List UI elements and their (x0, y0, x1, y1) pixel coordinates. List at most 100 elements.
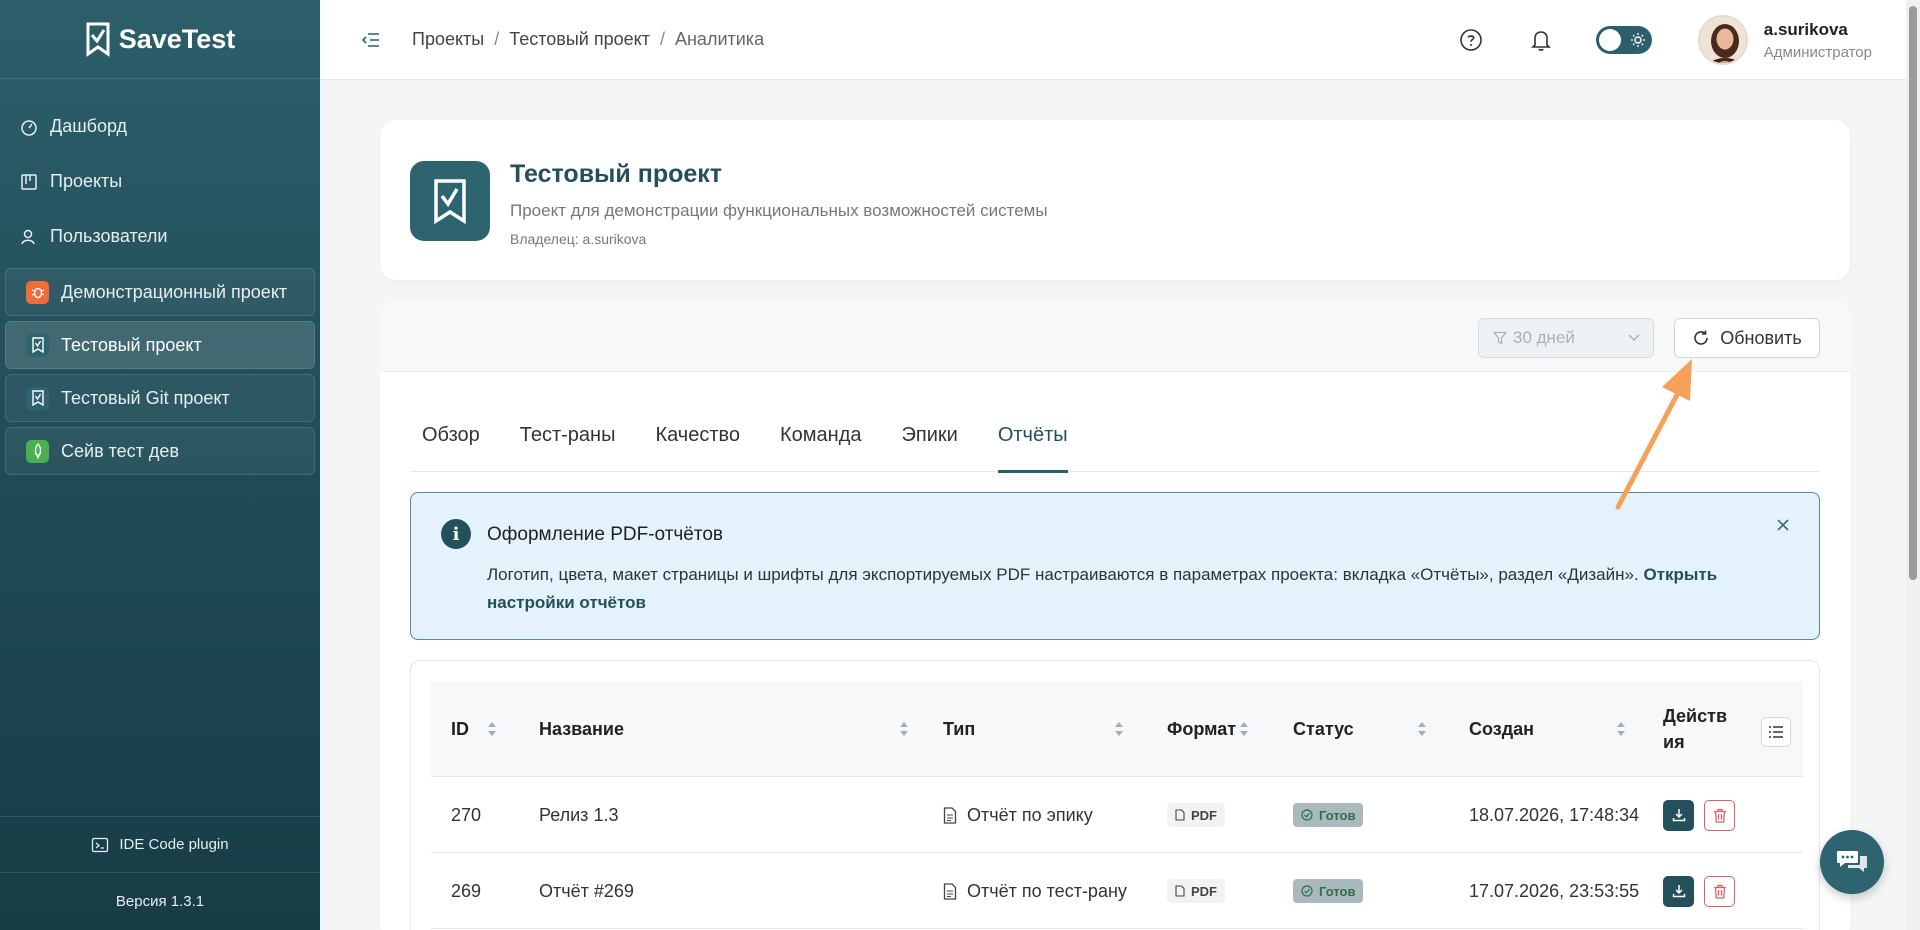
col-format[interactable]: Формат (1167, 681, 1248, 777)
breadcrumb-current: Аналитика (674, 29, 765, 49)
sort-icon[interactable] (487, 719, 497, 739)
cell-id: 270 (451, 804, 482, 825)
check-circle-icon (1301, 809, 1313, 821)
tab-reports[interactable]: Отчёты (997, 408, 1068, 473)
status-label: Готов (1319, 807, 1356, 823)
tab-overview[interactable]: Обзор (422, 408, 480, 472)
rocket-icon (26, 439, 49, 463)
cell-name: Релиз 1.3 (539, 804, 619, 825)
format-label: PDF (1191, 807, 1217, 823)
topbar: Проекты / Тестовый проект / Аналитика a.… (320, 0, 1920, 80)
savetest-icon (26, 386, 49, 410)
status-label: Готов (1319, 883, 1356, 899)
column-settings-button[interactable] (1761, 717, 1791, 747)
breadcrumb-separator: / (659, 29, 665, 49)
col-status[interactable]: Статус (1293, 681, 1426, 777)
cell-name: Отчёт #269 (539, 880, 634, 901)
col-id[interactable]: ID (451, 681, 496, 777)
toggle-knob (1598, 29, 1621, 51)
document-icon (943, 882, 957, 900)
sidebar-project-dev[interactable]: Сейв тест дев (5, 427, 315, 475)
sort-icon[interactable] (1114, 719, 1124, 739)
cell-actions (1663, 853, 1735, 929)
sort-icon[interactable] (1239, 719, 1249, 739)
avatar[interactable] (1697, 15, 1748, 65)
sidebar-item-projects[interactable]: Проекты (0, 154, 320, 209)
users-icon (21, 229, 35, 244)
status-badge: Готов (1293, 803, 1364, 827)
cell-type: Отчёт по тест-рану (943, 853, 1127, 929)
terminal-icon (92, 837, 109, 852)
download-icon (1672, 885, 1685, 898)
document-icon (943, 806, 957, 824)
table-row[interactable]: 269 Отчёт #269 Отчёт по тест-рану PDF Го… (431, 853, 1803, 929)
tab-team[interactable]: Команда (780, 408, 861, 472)
download-button[interactable] (1663, 875, 1694, 907)
ide-plugin-label: IDE Code plugin (119, 836, 229, 853)
alert-body: Логотип, цвета, макет страницы и шрифты … (487, 565, 1639, 584)
tab-epics[interactable]: Эпики (902, 408, 958, 472)
sidebar-item-label: Проекты (50, 171, 123, 191)
app-version: Версия 1.3.1 (0, 872, 320, 930)
type-label: Отчёт по тест-рану (967, 880, 1127, 901)
sidebar-project-label: Тестовый проект (61, 334, 202, 355)
sidebar-project-demo[interactable]: Демонстрационный проект (5, 268, 315, 316)
cell-actions (1663, 777, 1735, 853)
theme-toggle[interactable] (1595, 26, 1652, 54)
period-value: 30 дней (1513, 328, 1575, 347)
sort-icon[interactable] (1417, 719, 1427, 739)
breadcrumb: Проекты / Тестовый проект / Аналитика (412, 29, 764, 50)
cell-created: 17.07.2026, 23:53:55 (1469, 880, 1640, 901)
sidebar-item-users[interactable]: Пользователи (0, 209, 320, 264)
project-logo-icon (410, 161, 490, 241)
sort-icon[interactable] (1616, 719, 1626, 739)
project-title: Тестовый проект (510, 160, 723, 188)
cell-created: 18.07.2026, 17:48:34 (1469, 804, 1640, 825)
chevron-down-icon (1628, 334, 1640, 342)
bug-icon (26, 280, 49, 304)
breadcrumb-project[interactable]: Тестовый проект (509, 29, 650, 50)
sidebar: SaveTest Дашборд Проекты Пользователи Де… (0, 0, 320, 930)
sidebar-project-label: Демонстрационный проект (61, 281, 288, 302)
format-badge: PDF (1167, 879, 1225, 903)
user-role: Администратор (1763, 43, 1872, 61)
col-label: Действия (1663, 706, 1728, 752)
savetest-icon (26, 333, 49, 357)
sidebar-project-test[interactable]: Тестовый проект (5, 321, 315, 369)
app-logo[interactable]: SaveTest (0, 0, 320, 79)
user-info[interactable]: a.surikova Администратор (1764, 20, 1872, 61)
trash-icon (1713, 884, 1726, 899)
chat-button[interactable] (1820, 830, 1884, 894)
ide-plugin-link[interactable]: IDE Code plugin (0, 816, 320, 872)
file-icon (1175, 809, 1185, 821)
help-icon[interactable] (1458, 27, 1484, 53)
page-scrollbar[interactable] (1906, 0, 1920, 930)
download-button[interactable] (1663, 799, 1694, 831)
project-header-card: Тестовый проект Проект для демонстрации … (380, 120, 1850, 280)
tab-quality[interactable]: Качество (655, 408, 740, 472)
breadcrumb-projects[interactable]: Проекты (412, 29, 484, 50)
scrollbar-thumb[interactable] (1909, 6, 1917, 580)
notifications-bell-icon[interactable] (1528, 27, 1554, 53)
type-label: Отчёт по эпику (967, 804, 1093, 825)
col-name[interactable]: Название (539, 681, 908, 777)
tab-test-runs[interactable]: Тест-раны (520, 408, 616, 472)
project-owner: Владелец: a.surikova (510, 231, 647, 247)
sidebar-project-git[interactable]: Тестовый Git проект (5, 374, 315, 422)
delete-button[interactable] (1704, 799, 1735, 831)
download-icon (1672, 809, 1685, 822)
col-label: Тип (943, 718, 976, 739)
info-icon: i (441, 519, 471, 549)
table-row[interactable]: 270 Релиз 1.3 Отчёт по эпику PDF Готов 1… (431, 777, 1803, 853)
col-type[interactable]: Тип (943, 681, 1123, 777)
format-label: PDF (1191, 883, 1217, 899)
collapse-menu-icon[interactable] (360, 29, 382, 51)
col-created[interactable]: Создан (1469, 681, 1625, 777)
sidebar-item-dashboard[interactable]: Дашборд (0, 99, 320, 154)
breadcrumb-separator: / (494, 29, 500, 49)
sort-icon[interactable] (899, 719, 909, 739)
delete-button[interactable] (1704, 875, 1735, 907)
close-icon[interactable] (1775, 517, 1791, 533)
dashboard-icon (21, 119, 37, 136)
col-label: Формат (1167, 718, 1237, 739)
